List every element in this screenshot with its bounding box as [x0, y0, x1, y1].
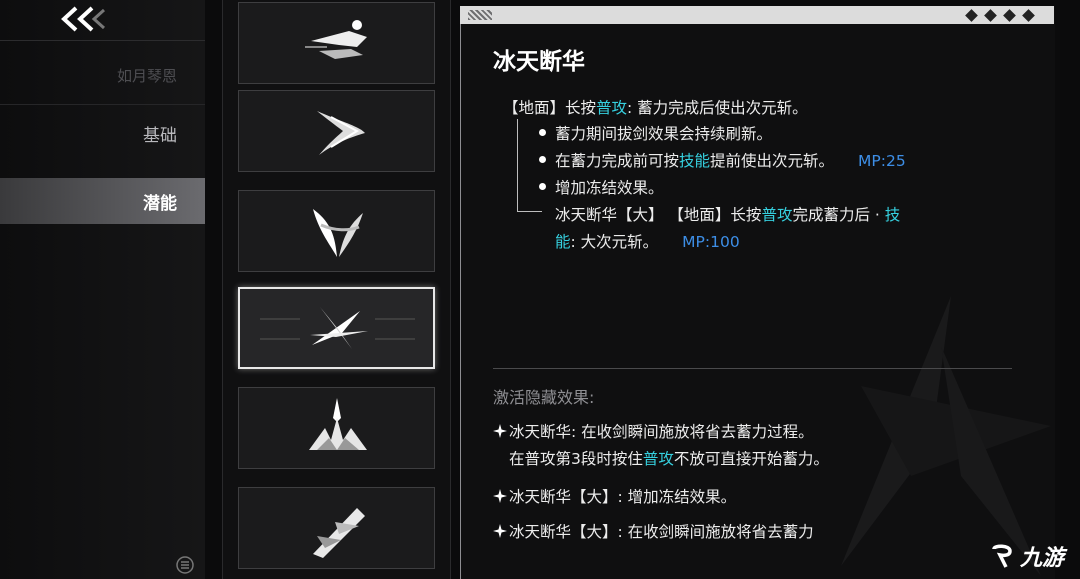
- skill-card-2[interactable]: [238, 90, 435, 172]
- sparkle-icon: [493, 524, 507, 538]
- sidebar-item-basic[interactable]: 基础: [0, 110, 205, 156]
- diamond-icon: [1003, 9, 1016, 22]
- sidebar-item-character[interactable]: 如月琴恩: [0, 52, 205, 98]
- skill-desc-b3: 增加冻结效果。: [555, 179, 664, 197]
- strip-border: [222, 0, 223, 579]
- skill-card-6[interactable]: [238, 487, 435, 569]
- skill-card-3[interactable]: [238, 190, 435, 272]
- skill-desc-b4-line1: 冰天断华【大】 【地面】长按普攻完成蓄力后 · 技: [555, 206, 901, 224]
- sparkle-icon: [493, 424, 507, 438]
- drill-sword-icon: [313, 508, 365, 558]
- skill-card-1[interactable]: [238, 2, 435, 84]
- skill-desc-b4-line2: 能: 大次元斩。 MP:100: [555, 233, 740, 251]
- strip-border: [450, 0, 451, 579]
- double-chevron-left-icon: [61, 6, 106, 32]
- hatch-decoration: [468, 10, 492, 20]
- cross-slash-icon: [260, 307, 415, 349]
- wing-slash-icon: [313, 209, 363, 257]
- skill-card-5[interactable]: [238, 387, 435, 469]
- ice-burst-icon: [309, 398, 367, 450]
- sidebar-divider: [0, 104, 205, 105]
- skill-card-4[interactable]: [238, 287, 435, 369]
- nine-game-logo-icon: [992, 544, 1012, 568]
- section-divider: [493, 368, 1012, 369]
- diamond-icon: [1022, 9, 1035, 22]
- hidden-effect-1-line2: 在普攻第3段时按住普攻不放可直接开始蓄力。: [509, 450, 829, 468]
- tree-line: [517, 119, 518, 211]
- watermark-text: 九游: [1020, 546, 1065, 571]
- bullet-icon: [539, 156, 546, 163]
- sidebar-item-label: 基础: [143, 125, 177, 146]
- skill-desc-b2: 在蓄力完成前可按技能提前使出次元斩。 MP:25: [555, 152, 906, 170]
- skill-title: 冰天断华: [493, 49, 585, 75]
- skill-desc-main: 【地面】长按普攻: 蓄力完成后使出次元斩。: [503, 99, 808, 117]
- sweep-wave-icon: [317, 111, 365, 155]
- menu-circle-icon[interactable]: [176, 556, 194, 574]
- dash-runner-icon: [305, 20, 367, 59]
- star-emblem-icon: [841, 296, 1051, 576]
- skill-desc-b1: 蓄力期间拔剑效果会持续刷新。: [555, 125, 773, 143]
- tree-line: [517, 211, 542, 212]
- diamond-icon: [965, 9, 978, 22]
- watermark-logo: 九游: [990, 540, 1064, 572]
- hidden-effect-3: 冰天断华【大】: 在收剑瞬间施放将省去蓄力: [509, 523, 814, 541]
- bullet-icon: [539, 129, 546, 136]
- sidebar-item-potential[interactable]: 潜能: [0, 178, 205, 224]
- diamond-icon: [984, 9, 997, 22]
- sidebar: 如月琴恩 基础 潜能: [0, 0, 205, 579]
- sparkle-icon: [493, 489, 507, 503]
- hidden-effects-header: 激活隐藏效果:: [493, 388, 595, 407]
- bullet-icon: [539, 183, 546, 190]
- hidden-effect-2: 冰天断华【大】: 增加冻结效果。: [509, 488, 737, 506]
- sidebar-item-label: 如月琴恩: [116, 66, 177, 85]
- sidebar-divider: [0, 40, 205, 41]
- sidebar-item-label: 潜能: [143, 193, 177, 214]
- hidden-effect-1-line1: 冰天断华: 在收剑瞬间施放将省去蓄力过程。: [509, 423, 814, 441]
- diamond-indicators: [964, 8, 1036, 23]
- back-button[interactable]: [55, 0, 107, 38]
